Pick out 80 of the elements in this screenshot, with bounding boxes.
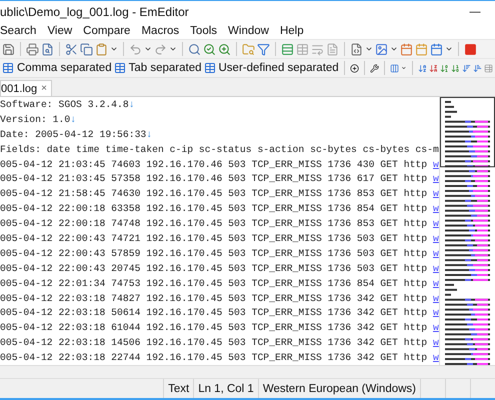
log-line: Version: 1.0 [0, 114, 70, 125]
csv-mode-button[interactable]: Comma separated [2, 60, 112, 76]
menu-item[interactable]: Compare [83, 24, 136, 36]
log-line: 005-04-12 22:00:43 57859 192.16.170.45 503 TCP_ERR_MISS 1736 503 GET http [0, 248, 428, 259]
url-link[interactable]: w [432, 292, 439, 304]
caret-icon[interactable] [169, 45, 177, 53]
log-line: 005-04-12 22:01:34 74753 192.16.170.45 503 TCP_ERR_MISS 1736 854 GET http [0, 278, 428, 289]
window-title: ublic\Demo_log_001.log - EmEditor [0, 4, 189, 18]
menu-item[interactable]: Help [280, 24, 309, 36]
log-line: 005-04-12 22:00:43 20745 192.16.170.45 503 TCP_ERR_MISS 1736 503 GET http [0, 262, 428, 274]
log-line: 005-04-12 22:03:18 61044 192.16.170.45 503 TCP_ERR_MISS 1736 342 GET http [0, 322, 428, 334]
table-icon [114, 62, 126, 74]
copy-icon[interactable] [80, 42, 93, 56]
log-line: 005-04-12 21:03:45 57358 192.16.170.46 503 TCP_ERR_MISS 1736 617 GET http [0, 173, 428, 184]
caret-icon[interactable] [144, 45, 152, 53]
log-line: 005-04-12 22:03:18 74827 192.16.170.45 503 TCP_ERR_MISS 1736 342 GET http [0, 292, 428, 304]
log-line: 005-04-12 22:00:18 63358 192.16.170.45 503 TCP_ERR_MISS 1736 854 GET http [0, 203, 428, 214]
url-link[interactable]: w [432, 188, 439, 200]
caret-icon[interactable] [110, 45, 118, 53]
menu-item[interactable]: Window [228, 24, 274, 36]
caret-icon[interactable] [400, 64, 406, 72]
menu-item[interactable]: View [47, 24, 78, 36]
log-line: Software: SGOS 3.2.4.8 [0, 99, 129, 110]
log-line: 005-04-12 21:58:45 74630 192.16.170.45 503 TCP_ERR_MISS 1736 853 GET http [0, 188, 428, 200]
newline-mark: ↓ [70, 114, 76, 125]
url-link[interactable]: w [432, 173, 439, 184]
status-pane: Text [163, 379, 194, 398]
picture-icon[interactable] [375, 42, 388, 56]
log-line: Fields: date time time-taken c-ip sc-status s-action sc-bytes cs-bytes cs-m [0, 144, 439, 155]
url-link[interactable]: w [432, 218, 439, 230]
rows-icon[interactable] [281, 42, 294, 56]
table-icon [204, 62, 216, 74]
printer-icon[interactable] [26, 42, 39, 56]
log-line: 005-04-12 22:00:43 74721 192.16.170.45 503 TCP_ERR_MISS 1736 503 GET http [0, 233, 428, 244]
url-link[interactable]: w [432, 158, 439, 170]
filter-icon[interactable] [257, 42, 270, 56]
url-link[interactable]: w [432, 233, 439, 244]
caret-icon[interactable] [365, 45, 373, 53]
close-icon[interactable]: × [41, 83, 47, 94]
save-icon[interactable] [2, 42, 15, 56]
menu-item[interactable]: Search [0, 24, 42, 36]
url-link[interactable]: w [432, 337, 439, 348]
url-link[interactable]: w [432, 262, 439, 274]
log-line: 005-04-12 22:00:18 74748 192.16.170.45 503 TCP_ERR_MISS 1736 853 GET http [0, 218, 428, 230]
log-line: 005-04-12 21:03:45 74603 192.16.170.46 503 TCP_ERR_MISS 1736 430 GET http [0, 158, 428, 170]
caret-icon[interactable] [390, 45, 398, 53]
status-pane: Ln 1, Col 1 [193, 379, 258, 398]
url-link[interactable]: w [432, 203, 439, 214]
newline-mark: ↓ [146, 128, 152, 140]
log-line: 005-04-12 22:03:18 50614 192.16.170.45 503 TCP_ERR_MISS 1736 342 GET http [0, 307, 428, 318]
horizontal-scrollbar[interactable] [0, 365, 495, 378]
log-line: 005-04-12 22:03:18 14506 192.16.170.45 503 TCP_ERR_MISS 1736 342 GET http [0, 337, 428, 348]
calendar-icon[interactable] [415, 42, 428, 56]
menu-item[interactable]: Tools [190, 24, 222, 36]
menu-item[interactable]: Macros [141, 24, 184, 36]
print-preview-icon[interactable] [41, 42, 54, 56]
csv-mode-button[interactable]: User-defined separated [204, 60, 339, 76]
search-icon[interactable] [188, 42, 201, 56]
csv-mode-button[interactable]: Tab separated [114, 60, 202, 76]
log-line: 005-04-12 22:03:18 22744 192.16.170.45 503 TCP_ERR_MISS 1736 342 GET http [0, 352, 428, 364]
folder-search-icon[interactable] [242, 42, 255, 56]
plus-circle-icon[interactable] [350, 62, 359, 74]
minimize-button[interactable]: — [455, 1, 495, 22]
clipboard-icon[interactable] [95, 42, 108, 56]
calendar-icon[interactable] [430, 42, 443, 56]
caret-icon[interactable] [445, 45, 453, 53]
scissors-icon[interactable] [65, 42, 78, 56]
tools-icon[interactable] [370, 62, 379, 74]
url-link[interactable]: w [432, 248, 439, 259]
url-link[interactable]: w [432, 352, 439, 364]
url-link[interactable]: w [432, 322, 439, 334]
square-icon[interactable] [464, 42, 477, 56]
table-icon [2, 62, 14, 74]
url-link[interactable]: w [432, 307, 439, 318]
file-tab[interactable]: 001.log × [0, 80, 52, 96]
log-line: Date: 2005-04-12 19:56:33 [0, 128, 146, 140]
newline-mark: ↓ [128, 99, 135, 110]
file-icon[interactable] [350, 42, 363, 56]
url-link[interactable]: w [432, 278, 439, 289]
status-pane: Western European (Windows) [258, 379, 420, 398]
